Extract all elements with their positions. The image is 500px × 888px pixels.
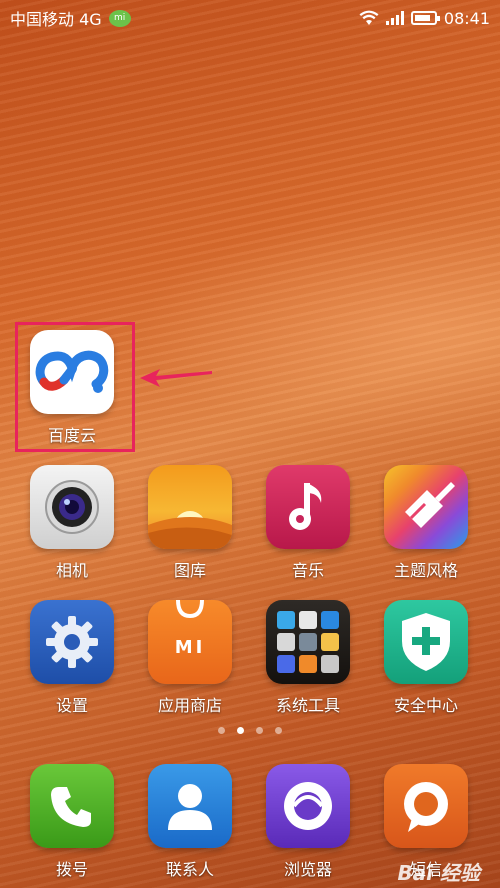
app-camera[interactable]: 相机 — [22, 465, 122, 581]
status-bar: 中国移动 4G mi 08:41 — [0, 0, 500, 36]
mi-notification-icon: mi — [108, 9, 131, 27]
app-browser[interactable]: 浏览器 — [258, 764, 358, 880]
app-store[interactable]: MI 应用商店 — [140, 600, 240, 716]
app-label: 联系人 — [165, 860, 214, 879]
app-label: 音乐 — [291, 561, 324, 580]
pointer-arrow-icon — [140, 369, 212, 387]
app-label: 相机 — [55, 561, 88, 580]
settings-icon — [30, 600, 114, 684]
app-music[interactable]: 音乐 — [258, 465, 358, 581]
app-label: 系统工具 — [275, 696, 340, 715]
page-dot-active[interactable] — [237, 727, 244, 734]
app-label: 拨号 — [55, 860, 88, 879]
baidu-cloud-icon — [30, 330, 114, 414]
app-system-tools-folder[interactable]: 系统工具 — [258, 600, 358, 716]
app-security-center[interactable]: 安全中心 — [376, 600, 476, 716]
app-settings[interactable]: 设置 — [22, 600, 122, 716]
watermark-logo: Bai 经验 — [397, 861, 480, 885]
app-label: 安全中心 — [393, 696, 458, 715]
shopping-bag-icon: MI — [148, 600, 232, 684]
wifi-icon — [359, 10, 379, 25]
app-gallery[interactable]: 图库 — [140, 465, 240, 581]
phone-icon — [30, 764, 114, 848]
app-label: 浏览器 — [283, 860, 332, 879]
page-dot[interactable] — [275, 727, 282, 734]
app-themes[interactable]: 主题风格 — [376, 465, 476, 581]
page-dot[interactable] — [256, 727, 263, 734]
app-baidu-cloud[interactable]: 百度云 — [22, 330, 122, 446]
app-label: 图库 — [173, 561, 206, 580]
contact-person-icon — [148, 764, 232, 848]
page-dot[interactable] — [218, 727, 225, 734]
app-label: 设置 — [55, 696, 88, 715]
battery-icon — [410, 11, 440, 25]
shield-icon — [384, 600, 468, 684]
clock: 08:41 — [443, 8, 490, 28]
page-indicator — [0, 727, 500, 734]
app-label: 应用商店 — [157, 696, 222, 715]
carrier-label: 中国移动 4G — [10, 10, 102, 29]
browser-icon — [266, 764, 350, 848]
app-label: 主题风格 — [393, 561, 458, 580]
paint-brush-icon — [384, 465, 468, 549]
gallery-icon — [148, 465, 232, 549]
music-icon — [266, 465, 350, 549]
folder-icon — [266, 600, 350, 684]
camera-icon — [30, 465, 114, 549]
app-dialer[interactable]: 拨号 — [22, 764, 122, 880]
app-label: 百度云 — [47, 426, 96, 445]
app-contacts[interactable]: 联系人 — [140, 764, 240, 880]
signal-strength-icon — [385, 11, 404, 25]
message-bubble-icon — [384, 764, 468, 848]
